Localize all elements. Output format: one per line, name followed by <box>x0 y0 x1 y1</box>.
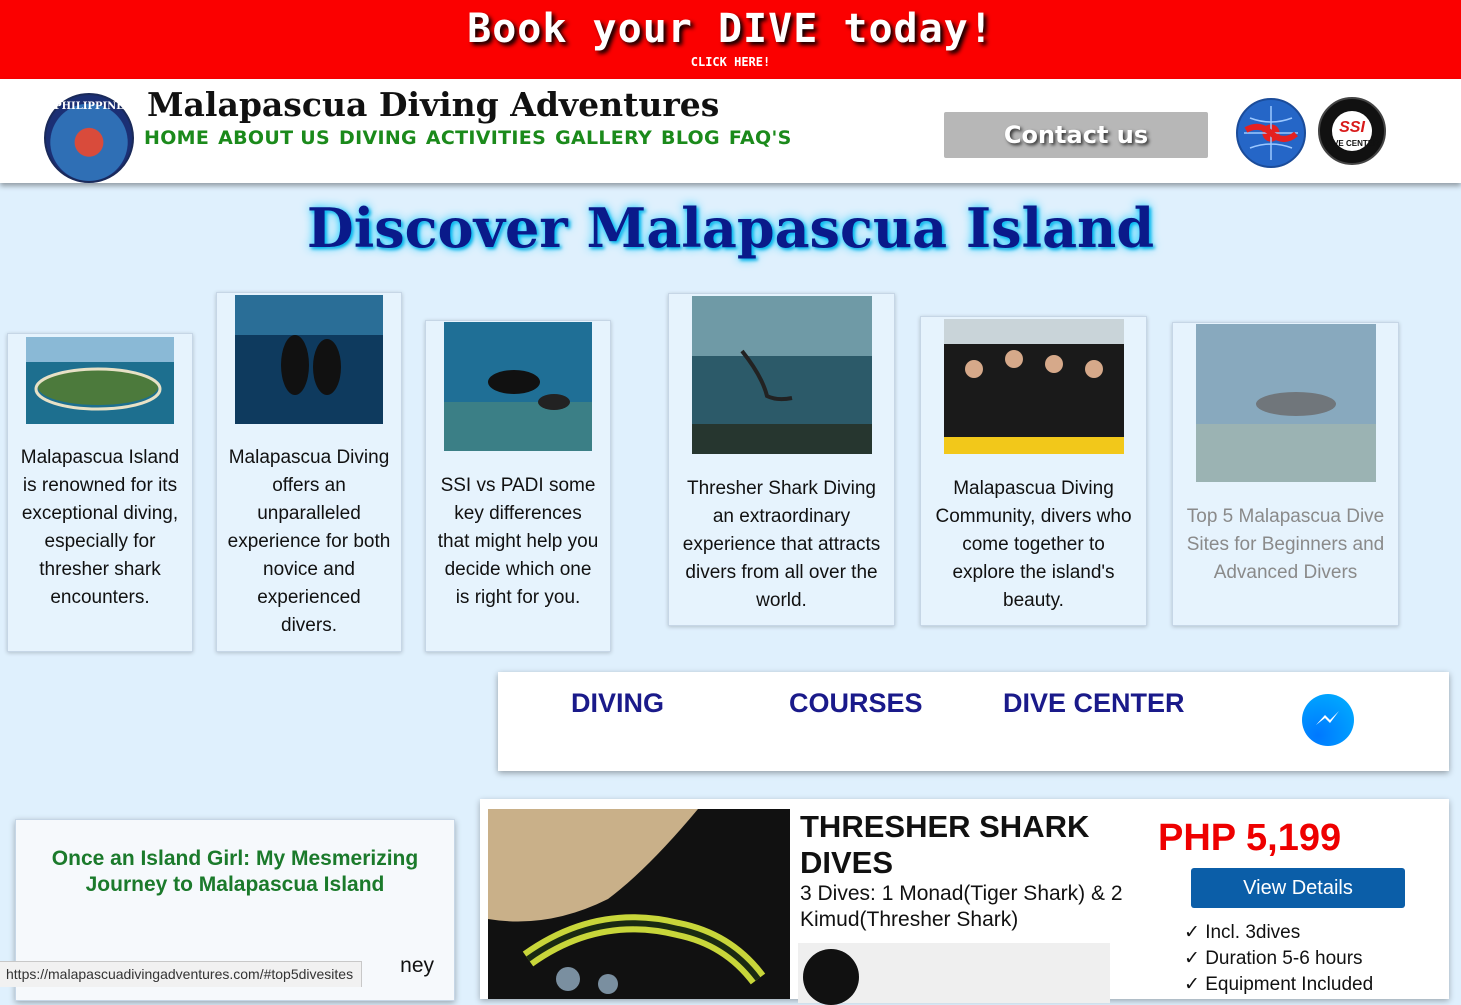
ssi-badge-brand: SSI <box>1339 119 1365 136</box>
feature-item: ✓ Duration 5-6 hours <box>1184 948 1363 969</box>
divers-training-image <box>444 322 592 451</box>
category-diving[interactable]: DIVING <box>571 688 664 719</box>
view-details-button[interactable]: View Details <box>1191 868 1405 908</box>
messenger-icon[interactable] <box>1302 694 1354 746</box>
card-text: SSI vs PADI some key differences that mi… <box>437 475 599 608</box>
thresher-shark-image <box>692 296 872 454</box>
nav-activities[interactable]: ACTIVITIES <box>426 127 546 149</box>
feature-item: ✓ Incl. 3dives <box>1184 922 1301 943</box>
site-header: PHILIPPINE Malapascua Diving Adventures … <box>0 79 1461 183</box>
banner-title[interactable]: Book your DIVE today! <box>0 6 1461 52</box>
card-text: Top 5 Malapascua Dive Sites for Beginner… <box>1186 506 1385 583</box>
diver-group-image <box>944 319 1124 454</box>
nav-about-us[interactable]: ABOUT US <box>218 127 330 149</box>
ssi-dive-center-badge-icon[interactable]: SSI DIVE CENTER <box>1318 97 1386 165</box>
ssi-badge-caption: DIVE CENTER <box>1325 139 1379 148</box>
site-title[interactable]: Malapascua Diving Adventures <box>147 85 719 124</box>
logo-text: PHILIPPINE <box>54 101 124 112</box>
site-logo[interactable]: PHILIPPINE <box>44 93 134 183</box>
island-aerial-image <box>26 337 174 424</box>
blog-title[interactable]: Once an Island Girl: My Mesmerizing Jour… <box>16 846 454 898</box>
card-text: Thresher Shark Diving an extraordinary e… <box>682 478 881 611</box>
product-features: ✓ Incl. 3dives ✓ Duration 5-6 hours ✓ Eq… <box>1184 920 1373 998</box>
product-title: THRESHER SHARK DIVES <box>800 809 1090 880</box>
category-bar: DIVING COURSES DIVE CENTER <box>498 672 1449 771</box>
nav-faqs[interactable]: FAQ'S <box>729 127 792 149</box>
contact-us-button[interactable]: Contact us <box>944 112 1208 158</box>
main-nav: HOME ABOUT US DIVING ACTIVITIES GALLERY … <box>144 127 792 149</box>
card-text: Malapascua Island is renowned for its ex… <box>20 447 180 608</box>
nudibranch-image <box>488 809 790 999</box>
diver-reef-image <box>1196 324 1376 482</box>
feature-item: ✓ Equipment Included <box>1184 974 1374 995</box>
card-diving-community[interactable]: Malapascua Diving Community, divers who … <box>920 316 1147 626</box>
card-malapascua-island[interactable]: Malapascua Island is renowned for its ex… <box>7 333 193 652</box>
book-dive-banner[interactable]: Book your DIVE today! CLICK HERE! <box>0 0 1461 79</box>
card-malapascua-diving[interactable]: Malapascua Diving offers an unparalleled… <box>216 292 402 652</box>
product-ssi-badge <box>798 943 1110 1005</box>
discover-heading: Discover Malapascua Island <box>306 196 1155 260</box>
product-description: 3 Dives: 1 Monad(Tiger Shark) & 2 Kimud(… <box>800 882 1123 931</box>
card-ssi-vs-padi[interactable]: SSI vs PADI some key differences that mi… <box>425 320 611 652</box>
nav-home[interactable]: HOME <box>144 127 209 149</box>
nav-diving[interactable]: DIVING <box>339 127 417 149</box>
category-dive-center[interactable]: DIVE CENTER <box>1003 688 1185 719</box>
ssi-badge-icon <box>803 949 859 1005</box>
divers-underwater-image <box>235 295 383 424</box>
card-text: Malapascua Diving offers an unparalleled… <box>227 447 391 636</box>
card-thresher-shark-diving[interactable]: Thresher Shark Diving an extraordinary e… <box>668 293 895 626</box>
globe-diver-badge-icon[interactable] <box>1236 98 1306 168</box>
product-card-thresher-shark-dives: THRESHER SHARK DIVES 3 Dives: 1 Monad(Ti… <box>480 799 1449 1005</box>
category-courses[interactable]: COURSES <box>789 688 923 719</box>
card-top5-dive-sites[interactable]: Top 5 Malapascua Dive Sites for Beginner… <box>1172 322 1399 626</box>
nav-gallery[interactable]: GALLERY <box>555 127 652 149</box>
product-price: PHP 5,199 <box>1158 817 1342 859</box>
nav-blog[interactable]: BLOG <box>661 127 720 149</box>
banner-click-here[interactable]: CLICK HERE! <box>0 55 1461 69</box>
card-text: Malapascua Diving Community, divers who … <box>935 478 1132 611</box>
link-status-bar: https://malapascuadivingadventures.com/#… <box>0 961 363 987</box>
